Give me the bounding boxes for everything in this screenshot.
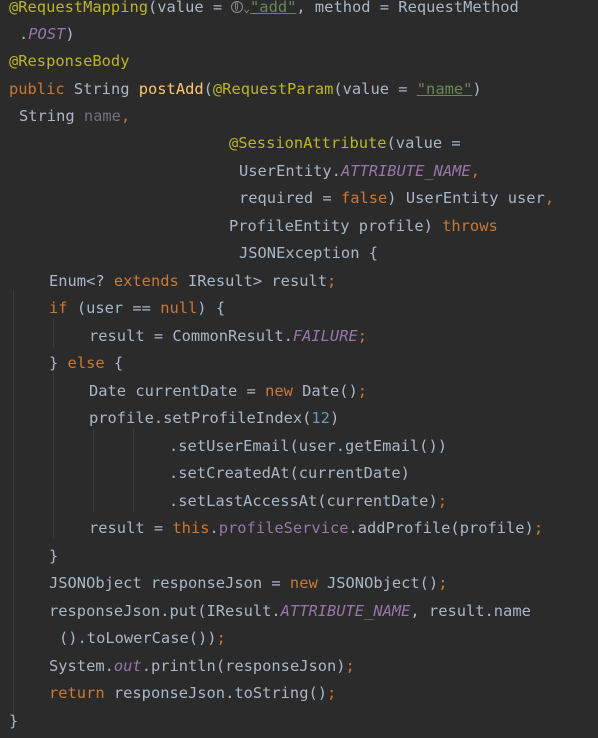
code-line-8: required = false) UserEntity user, — [239, 189, 555, 207]
code-line-10: JSONException { — [239, 244, 378, 262]
code-line-20: result = this.profileService.addProfile(… — [89, 519, 544, 537]
code-editor[interactable]: @RequestMapping(value = ⌄"add", method =… — [0, 0, 598, 738]
code-line-25: System.out.println(responseJson); — [49, 657, 355, 675]
code-line-15: Date currentDate = new Date(); — [89, 382, 368, 400]
indent-guide — [53, 373, 54, 538]
code-line-5: String name, — [19, 107, 131, 125]
indent-guide — [13, 290, 14, 720]
globe-icon[interactable] — [231, 1, 244, 13]
code-line-16: profile.setProfileIndex(12) — [89, 409, 340, 427]
code-line-6: @SessionAttribute(value = — [229, 134, 461, 152]
code-line-27: } — [9, 712, 19, 730]
code-line-24: ().toLowerCase()); — [59, 629, 226, 647]
code-line-17: .setUserEmail(user.getEmail()) — [169, 437, 447, 455]
code-line-12: if (user == null) { — [49, 299, 226, 317]
code-line-19: .setLastAccessAt(currentDate); — [169, 492, 447, 510]
indent-guide — [53, 318, 54, 348]
code-line-2: .POST) — [19, 25, 75, 43]
code-line-21: } — [49, 547, 59, 565]
code-line-18: .setCreatedAt(currentDate) — [169, 464, 410, 482]
indent-guide — [133, 428, 134, 513]
indent-guide — [93, 428, 94, 513]
code-line-3: @ResponseBody — [9, 52, 130, 70]
code-line-26: return responseJson.toString(); — [49, 684, 337, 702]
code-line-11: Enum<? extends IResult> result; — [49, 272, 337, 290]
code-line-13: result = CommonResult.FAILURE; — [89, 327, 368, 345]
code-line-7: UserEntity.ATTRIBUTE_NAME, — [239, 162, 480, 180]
code-line-14: } else { — [49, 354, 124, 372]
code-line-23: responseJson.put(IResult.ATTRIBUTE_NAME,… — [49, 602, 531, 620]
code-line-1: @RequestMapping(value = ⌄"add", method =… — [9, 0, 519, 16]
code-line-4: public String postAdd(@RequestParam(valu… — [9, 80, 482, 98]
code-line-9: ProfileEntity profile) throws — [229, 217, 498, 235]
code-line-22: JSONObject responseJson = new JSONObject… — [49, 574, 448, 592]
